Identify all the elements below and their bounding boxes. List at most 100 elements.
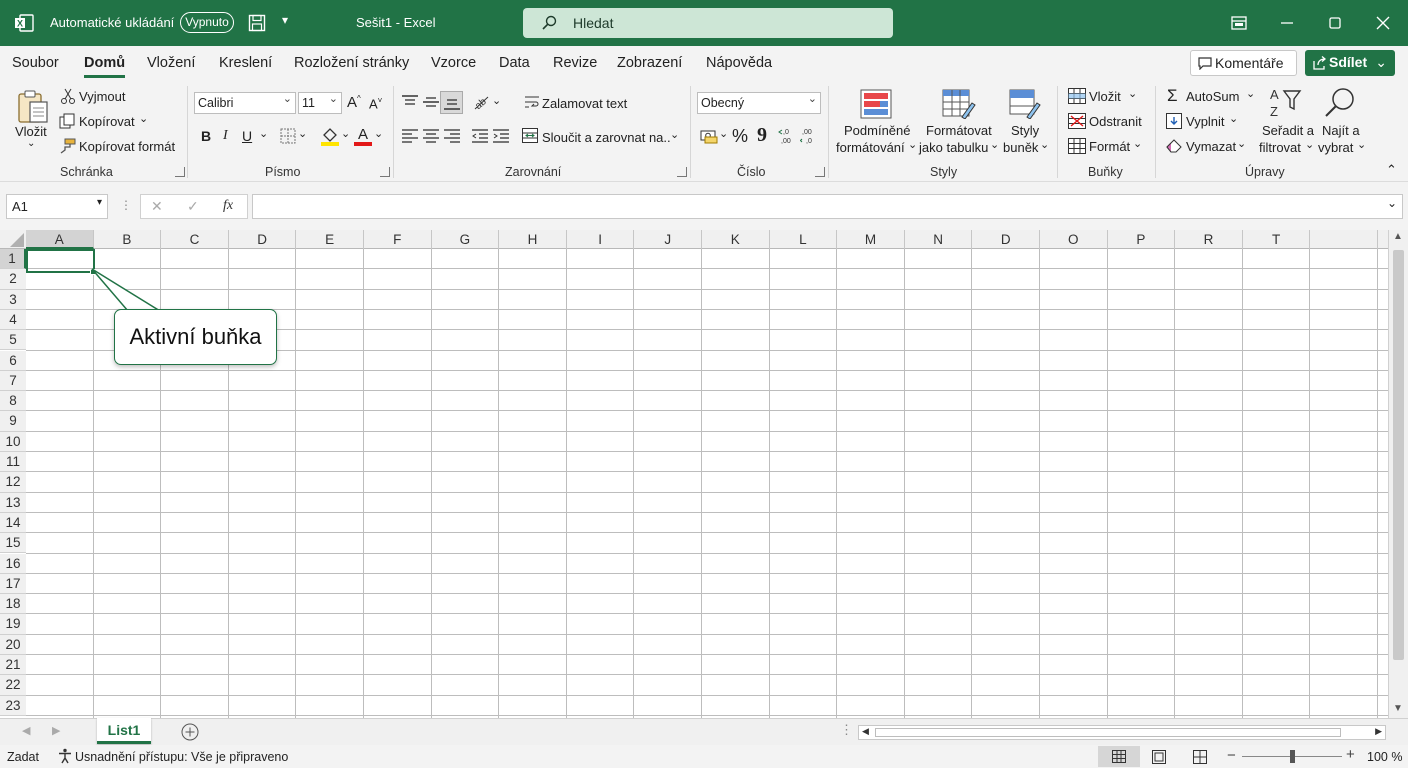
enter-icon[interactable]: ✓ [187, 198, 199, 215]
scroll-up-icon[interactable]: ▲ [1393, 231, 1403, 242]
fill-chevron-icon[interactable]: ⌄ [1229, 112, 1238, 125]
row-header[interactable]: 3 [0, 289, 26, 310]
delete-cells-button[interactable]: Odstranit [1089, 114, 1142, 129]
column-header[interactable]: T [1243, 230, 1311, 249]
insert-cells-button[interactable]: Vložit [1089, 89, 1121, 104]
row-header[interactable]: 9 [0, 411, 26, 432]
row-header[interactable]: 20 [0, 634, 26, 655]
tab-vzorce[interactable]: Vzorce [431, 55, 476, 71]
fill-color-icon[interactable] [320, 126, 340, 146]
tab-soubor[interactable]: Soubor [12, 55, 59, 71]
orientation-icon[interactable]: ab [472, 93, 490, 111]
row-header[interactable]: 16 [0, 553, 26, 574]
select-all-icon[interactable] [10, 233, 24, 247]
decrease-font-icon[interactable]: A˅ [369, 96, 382, 111]
page-break-preview-icon[interactable] [1193, 750, 1207, 764]
sort-filter-chevron-icon[interactable]: ⌄ [1305, 138, 1314, 151]
expand-formula-icon[interactable]: ⌄ [1387, 196, 1397, 210]
column-header[interactable]: F [364, 230, 432, 249]
number-launcher-icon[interactable] [815, 167, 825, 177]
sort-filter-line1[interactable]: Seřadit a [1262, 123, 1314, 138]
format-as-table-line1[interactable]: Formátovat [926, 123, 992, 138]
decrease-decimal-icon[interactable]: ,00,0 [800, 126, 818, 146]
minimize-icon[interactable] [1277, 13, 1297, 33]
sort-filter-line2[interactable]: filtrovat [1259, 140, 1301, 155]
borders-icon[interactable] [280, 128, 296, 144]
find-select-line2[interactable]: vybrat [1318, 140, 1353, 155]
accounting-format-icon[interactable] [700, 128, 718, 144]
align-left-icon[interactable] [402, 129, 418, 143]
orientation-chevron-icon[interactable]: ⌄ [492, 94, 501, 107]
tab-zobrazeni[interactable]: Zobrazení [617, 55, 682, 71]
format-cells-chevron-icon[interactable]: ⌄ [1133, 137, 1142, 150]
formula-input[interactable]: ⌄ [252, 194, 1403, 219]
ribbon-display-icon[interactable] [1229, 13, 1249, 33]
increase-indent-icon[interactable] [493, 129, 509, 143]
comma-style-button[interactable]: 9 [757, 124, 767, 147]
tab-kresleni[interactable]: Kreslení [219, 55, 272, 71]
row-header[interactable]: 12 [0, 472, 26, 493]
zoom-out-icon[interactable]: − [1227, 747, 1236, 764]
cell-styles-line2[interactable]: buněk [1003, 140, 1038, 155]
row-header[interactable]: 18 [0, 594, 26, 615]
active-cell[interactable] [26, 249, 95, 273]
align-middle-icon[interactable] [423, 95, 439, 109]
save-icon[interactable] [248, 14, 266, 32]
row-header[interactable]: 6 [0, 350, 26, 371]
paste-label[interactable]: Vložit [15, 124, 47, 139]
share-button[interactable]: Sdílet ⌄ [1305, 50, 1395, 76]
column-header[interactable]: R [1175, 230, 1243, 249]
insert-cells-chevron-icon[interactable]: ⌄ [1128, 87, 1137, 100]
column-header[interactable]: H [499, 230, 567, 249]
accounting-chevron-icon[interactable]: ⌄ [719, 127, 728, 140]
column-header[interactable]: C [161, 230, 229, 249]
underline-chevron-icon[interactable]: ⌄ [259, 127, 268, 140]
format-as-table-line2[interactable]: jako tabulku [919, 140, 988, 155]
row-header[interactable]: 4 [0, 309, 26, 331]
paste-icon[interactable] [15, 88, 51, 124]
tab-data[interactable]: Data [499, 55, 530, 71]
increase-decimal-icon[interactable]: ,0,00 [778, 126, 796, 146]
font-size-dropdown[interactable]: 11 [298, 92, 342, 114]
tab-rozlozeni-stranky[interactable]: Rozložení stránky [294, 55, 409, 71]
underline-button[interactable]: U [242, 128, 252, 144]
percent-button[interactable]: % [732, 126, 748, 147]
row-header[interactable]: 19 [0, 614, 26, 635]
column-header[interactable]: G [432, 230, 500, 249]
alignment-launcher-icon[interactable] [677, 167, 687, 177]
autosum-chevron-icon[interactable]: ⌄ [1246, 87, 1255, 100]
row-header[interactable]: 14 [0, 512, 26, 534]
copy-chevron-icon[interactable]: ⌄ [139, 112, 148, 125]
row-header[interactable]: 21 [0, 655, 26, 676]
column-header[interactable]: D [972, 230, 1040, 249]
merge-center-chevron-icon[interactable]: ⌄ [670, 128, 679, 141]
close-icon[interactable] [1373, 13, 1393, 33]
row-header[interactable]: 17 [0, 573, 26, 595]
row-header[interactable]: 10 [0, 431, 26, 452]
align-bottom-button[interactable] [440, 91, 463, 114]
row-header[interactable]: 8 [0, 391, 26, 412]
cell-styles-line1[interactable]: Styly [1011, 123, 1039, 138]
zoom-slider-thumb[interactable] [1289, 750, 1295, 763]
maximize-icon[interactable] [1325, 13, 1345, 33]
zoom-level[interactable]: 100 % [1367, 750, 1402, 764]
vertical-scrollbar[interactable]: ▲ ▼ [1388, 230, 1408, 718]
autosave-toggle[interactable]: Vypnuto [180, 12, 234, 33]
column-header[interactable]: I [567, 230, 635, 249]
sheet-tab-list1[interactable]: List1 [97, 718, 151, 744]
conditional-formatting-chevron-icon[interactable]: ⌄ [908, 138, 917, 151]
cut-button[interactable]: Vyjmout [79, 89, 125, 104]
font-color-icon[interactable]: A [353, 125, 373, 146]
column-header[interactable]: D [229, 230, 297, 249]
next-sheet-icon[interactable]: ▶ [52, 724, 60, 737]
column-header[interactable]: L [770, 230, 838, 249]
row-header[interactable]: 7 [0, 370, 26, 392]
borders-chevron-icon[interactable]: ⌄ [298, 127, 307, 140]
tab-vlozeni[interactable]: Vložení [147, 55, 195, 71]
number-format-dropdown[interactable]: Obecný [697, 92, 821, 114]
column-header[interactable]: J [634, 230, 702, 249]
add-sheet-icon[interactable] [181, 723, 199, 741]
find-select-line1[interactable]: Najít a [1322, 123, 1360, 138]
row-header[interactable]: 22 [0, 675, 26, 696]
row-header[interactable]: 11 [0, 452, 26, 473]
